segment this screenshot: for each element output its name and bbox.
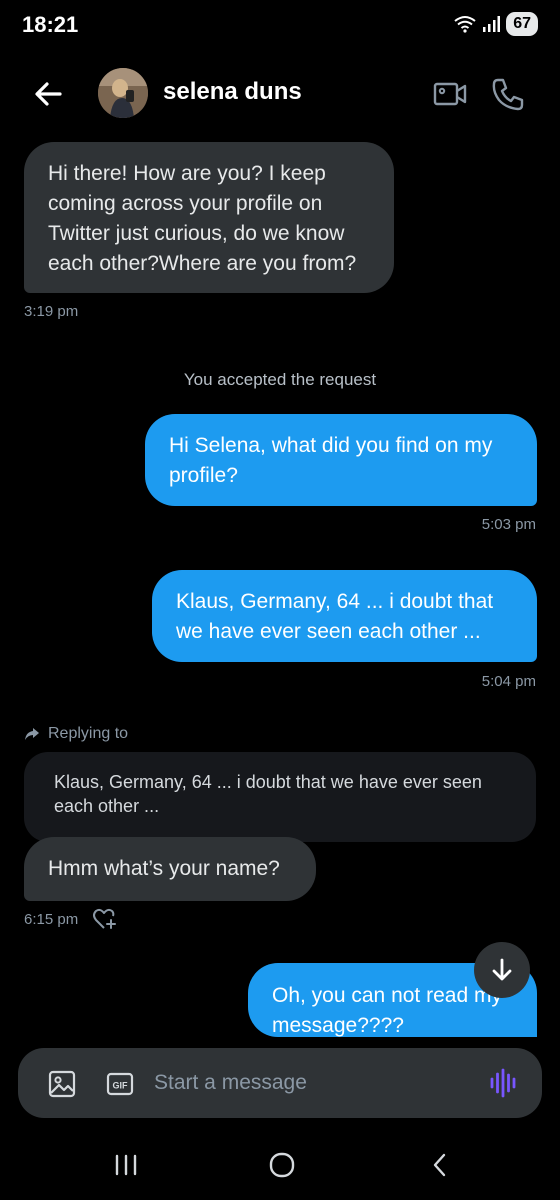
message-input[interactable] — [154, 1062, 474, 1104]
message-incoming[interactable]: Hi there! How are you? I keep coming acr… — [24, 142, 394, 293]
recent-apps-icon — [115, 1154, 137, 1176]
message-timestamp: 5:03 pm — [481, 516, 536, 533]
phone-icon — [492, 78, 524, 111]
chevron-left-icon — [433, 1153, 446, 1177]
arrow-left-icon — [35, 82, 62, 106]
status-bar: 18:21 67 — [0, 0, 560, 52]
home-button[interactable] — [264, 1150, 300, 1180]
avatar[interactable] — [98, 68, 148, 118]
video-call-button[interactable] — [430, 74, 470, 114]
home-icon — [269, 1152, 295, 1178]
system-note: You accepted the request — [183, 370, 377, 389]
message-text: Hi Selena, what did you find on my profi… — [169, 434, 493, 487]
gif-icon[interactable]: GIF — [106, 1070, 134, 1098]
system-nav-bar — [0, 1130, 560, 1200]
message-timestamp: 3:19 pm — [24, 303, 79, 320]
contact-name[interactable]: selena duns — [163, 78, 302, 106]
message-text: Oh, you can not read my message???? — [272, 984, 502, 1037]
message-outgoing[interactable]: Klaus, Germany, 64 ... i doubt that we h… — [152, 570, 537, 662]
signal-icon — [483, 16, 501, 32]
video-camera-icon — [433, 82, 467, 106]
message-timestamp: 6:15 pm — [24, 911, 79, 928]
quoted-message[interactable]: Klaus, Germany, 64 ... i doubt that we h… — [24, 752, 536, 842]
recent-apps-button[interactable] — [108, 1150, 144, 1180]
message-text: Hi there! How are you? I keep coming acr… — [48, 162, 357, 275]
message-outgoing[interactable]: Hi Selena, what did you find on my profi… — [145, 414, 537, 506]
battery-icon: 67 — [506, 12, 538, 36]
quoted-text: Klaus, Germany, 64 ... i doubt that we h… — [54, 772, 482, 816]
image-icon[interactable] — [48, 1070, 76, 1098]
reply-label-text: Replying to — [48, 725, 129, 742]
scroll-down-button[interactable] — [474, 942, 530, 998]
reply-label: Replying to — [24, 725, 128, 743]
message-composer: GIF — [18, 1048, 542, 1118]
back-button[interactable] — [28, 74, 68, 114]
back-nav-button[interactable] — [422, 1150, 458, 1180]
heart-plus-icon[interactable] — [92, 907, 118, 931]
voice-call-button[interactable] — [488, 74, 528, 114]
arrow-down-icon — [492, 958, 512, 981]
message-text: Klaus, Germany, 64 ... i doubt that we h… — [176, 590, 494, 643]
svg-text:GIF: GIF — [113, 1081, 129, 1091]
voice-wave-icon[interactable] — [488, 1068, 518, 1098]
reply-arrow-icon — [25, 728, 39, 740]
message-incoming[interactable]: Hmm what’s your name? — [24, 837, 316, 901]
chat-header: selena duns — [0, 58, 560, 128]
wifi-icon — [454, 16, 476, 33]
status-icons: 67 — [454, 12, 538, 36]
status-time: 18:21 — [22, 12, 79, 37]
message-text: Hmm what’s your name? — [48, 857, 280, 880]
message-timestamp: 5:04 pm — [481, 673, 536, 690]
